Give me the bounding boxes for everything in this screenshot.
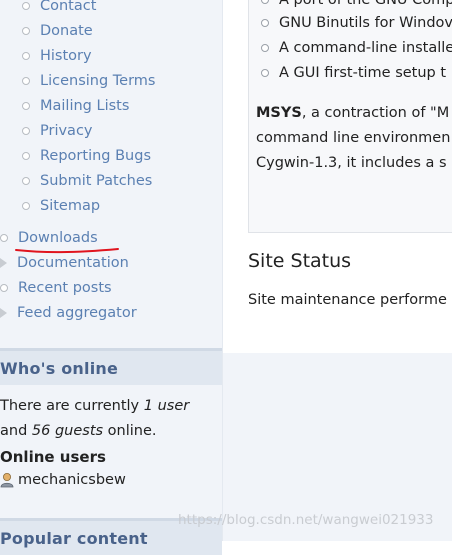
sidebar-item-label[interactable]: Reporting Bugs [40, 148, 151, 164]
bullet-icon [261, 69, 269, 77]
sidebar-item-feed-aggregator[interactable]: Feed aggregator [0, 302, 137, 324]
sidebar-item-label[interactable]: Feed aggregator [17, 305, 137, 321]
bullet-icon [0, 284, 8, 292]
bullet-icon [261, 19, 269, 27]
bullet-icon [261, 44, 269, 52]
text-fragment: There are currently [0, 398, 144, 414]
list-item: A port of the GNU Comp [261, 0, 452, 10]
sidebar-item-label[interactable]: History [40, 48, 92, 64]
online-user-item[interactable]: mechanicsbew [0, 472, 126, 488]
whos-online-header: Who's online [0, 348, 222, 385]
content-box: A port of the GNU Comp GNU Binutils for … [248, 0, 452, 233]
sidebar: Contact Donate History Licensing Terms M… [0, 0, 223, 555]
block-title: Popular content [0, 528, 148, 548]
list-item-text: A command-line installe [279, 40, 452, 56]
bullet-icon [0, 234, 8, 242]
bullet-icon [261, 0, 269, 4]
bullet-icon [22, 2, 30, 10]
sidebar-item-label[interactable]: Downloads [18, 230, 98, 246]
bullet-icon [22, 77, 30, 85]
site-status-text: Site maintenance performe [248, 292, 447, 308]
sidebar-item-recent-posts[interactable]: Recent posts [0, 277, 112, 299]
msys-bold: MSYS [256, 105, 302, 121]
online-username[interactable]: mechanicsbew [18, 472, 126, 488]
sidebar-item-label[interactable]: Submit Patches [40, 173, 152, 189]
sidebar-item-label[interactable]: Recent posts [18, 280, 112, 296]
bullet-icon [22, 102, 30, 110]
sidebar-item-label[interactable]: Privacy [40, 123, 93, 139]
sidebar-item-label[interactable]: Documentation [17, 255, 129, 271]
site-status-title: Site Status [248, 250, 352, 272]
bullet-icon [22, 127, 30, 135]
text-fragment: , a contraction of "M [301, 105, 450, 121]
bullet-icon [22, 52, 30, 60]
msys-paragraph-line-2: command line environmen [256, 130, 451, 146]
user-icon [0, 473, 14, 488]
sidebar-item-reporting-bugs[interactable]: Reporting Bugs [22, 146, 151, 166]
online-users-title: Online users [0, 448, 106, 466]
whos-online-line-1: There are currently 1 user [0, 398, 189, 414]
sidebar-item-submit-patches[interactable]: Submit Patches [22, 171, 152, 191]
list-item: A GUI first-time setup t [261, 63, 446, 83]
guests-count: 56 guests [31, 423, 104, 439]
list-item-text: GNU Binutils for Windov [279, 15, 452, 31]
whos-online-line-2: and 56 guests online. [0, 423, 157, 439]
sidebar-item-licensing-terms[interactable]: Licensing Terms [22, 71, 155, 91]
sidebar-item-label[interactable]: Donate [40, 23, 93, 39]
sidebar-item-label[interactable]: Mailing Lists [40, 98, 129, 114]
collapsed-triangle-icon [0, 308, 7, 318]
block-title: Who's online [0, 358, 119, 378]
sidebar-item-donate[interactable]: Donate [22, 21, 93, 41]
collapsed-triangle-icon [0, 258, 7, 268]
list-item: A command-line installe [261, 38, 452, 58]
list-item-text: A port of the GNU Comp [279, 0, 452, 8]
sidebar-item-sitemap[interactable]: Sitemap [22, 196, 100, 216]
text-fragment: and [0, 423, 32, 439]
sidebar-item-contact[interactable]: Contact [22, 0, 96, 16]
sidebar-item-history[interactable]: History [22, 46, 92, 66]
bullet-icon [22, 27, 30, 35]
sidebar-item-privacy[interactable]: Privacy [22, 121, 93, 141]
list-item: GNU Binutils for Windov [261, 13, 452, 33]
sidebar-item-label[interactable]: Sitemap [40, 198, 100, 214]
sidebar-item-documentation[interactable]: Documentation [0, 252, 129, 274]
bullet-icon [22, 152, 30, 160]
list-item-text: A GUI first-time setup t [279, 65, 447, 81]
text-fragment: online. [103, 423, 157, 439]
sidebar-item-mailing-lists[interactable]: Mailing Lists [22, 96, 129, 116]
sidebar-item-downloads[interactable]: Downloads [0, 227, 98, 249]
msys-paragraph-line-3: Cygwin-1.3, it includes a s [256, 155, 447, 171]
watermark: https://blog.csdn.net/wangwei021933 [178, 512, 434, 528]
bullet-icon [22, 202, 30, 210]
msys-paragraph-line-1: MSYS, a contraction of "M [256, 101, 449, 126]
users-count: 1 user [143, 398, 190, 414]
sidebar-item-label[interactable]: Contact [40, 0, 96, 14]
sidebar-item-label[interactable]: Licensing Terms [40, 73, 155, 89]
bullet-icon [22, 177, 30, 185]
